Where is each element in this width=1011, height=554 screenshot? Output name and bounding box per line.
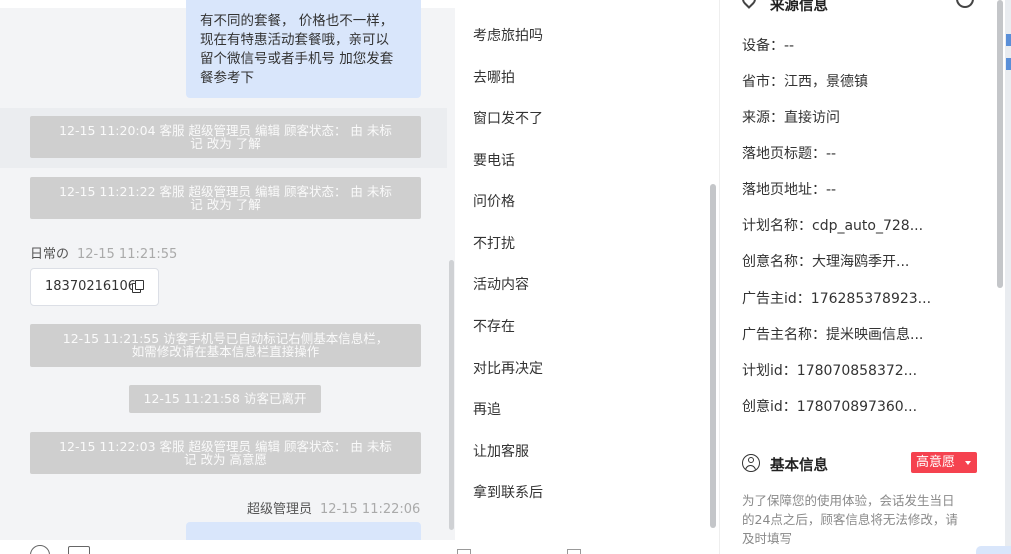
- intent-status-dropdown[interactable]: 高意愿: [911, 452, 977, 473]
- quick-reply-item[interactable]: 再追: [473, 399, 501, 419]
- info-row-landing-url: 落地页地址：--: [742, 182, 837, 198]
- note-line: 的24点之后，顾客信息将无法修改，请: [742, 512, 958, 527]
- shield-icon[interactable]: [956, 0, 974, 8]
- info-row-region: 省市：江西，景德镇: [742, 74, 868, 90]
- info-row-creative-id: 创意id：178070897360...: [742, 399, 918, 415]
- quick-reply-item[interactable]: 不打扰: [473, 233, 515, 253]
- agent-message-line: 留个微信号或者手机号 加您发套: [200, 51, 394, 67]
- info-row-plan-name: 计划名称：cdp_auto_728...: [742, 218, 924, 234]
- option-checkbox[interactable]: [457, 549, 471, 554]
- edit-deadline-note: 为了保障您的使用体验，会话发生当日 的24点之后，顾客信息将无法修改，请 及时填…: [742, 491, 978, 548]
- quick-reply-item[interactable]: 拿到联系后: [473, 482, 543, 502]
- quick-reply-scrollbar[interactable]: [710, 184, 716, 528]
- info-panel-scrollbar[interactable]: [997, 0, 1003, 288]
- system-message: 12-15 11:22:03 客服 超级管理员 编辑 顾客状态： 由 未标 记 …: [30, 432, 421, 474]
- system-message: 12-15 11:20:04 客服 超级管理员 编辑 顾客状态： 由 未标 记 …: [30, 116, 421, 158]
- user-icon: [742, 454, 760, 472]
- system-message: 12-15 11:21:58 访客已离开: [129, 385, 321, 413]
- info-row-landing-title: 落地页标题：--: [742, 146, 837, 162]
- visitor-message-time: 12-15 11:21:55: [77, 247, 178, 262]
- chat-scrollbar[interactable]: [449, 260, 454, 530]
- info-row-advertiser-name: 广告主名称：提米映画信息...: [742, 327, 924, 343]
- system-message: 12-15 11:21:55 访客手机号已自动标记右侧基本信息栏， 如需修改请在…: [30, 324, 421, 367]
- info-row-device: 设备：--: [742, 38, 795, 54]
- edge-marker: [1006, 34, 1011, 46]
- system-message-line: 12-15 11:21:58 访客已离开: [143, 391, 307, 406]
- quick-reply-item[interactable]: 问价格: [473, 191, 515, 211]
- copy-icon[interactable]: [132, 280, 144, 293]
- agent-message-bubble: 有不同的套餐， 价格也不一样， 现在有特惠活动套餐哦，亲可以 留个微信号或者手机…: [186, 0, 421, 98]
- location-pin-icon: [739, 0, 759, 9]
- source-info-title: 来源信息: [770, 0, 828, 14]
- info-row-advertiser-id: 广告主id：176285378923...: [742, 291, 932, 307]
- quick-reply-item[interactable]: 考虑旅拍吗: [473, 25, 543, 45]
- quick-reply-item[interactable]: 让加客服: [473, 441, 529, 461]
- agent-name: 超级管理员: [247, 502, 313, 517]
- quick-reply-panel: 考虑旅拍吗 去哪拍 窗口发不了 要电话 问价格 不打扰 活动内容 不存在 对比再…: [455, 0, 719, 554]
- note-line: 为了保障您的使用体验，会话发生当日: [742, 493, 955, 508]
- system-message-line: 记 改为 高意愿: [184, 452, 267, 467]
- info-row-source: 来源：直接访问: [742, 110, 840, 126]
- window-edge-strip: [1005, 0, 1011, 554]
- visitor-message-meta: 日常の 12-15 11:21:55: [30, 243, 177, 262]
- intent-status-label: 高意愿: [916, 455, 956, 470]
- agent-message-line: 餐参考下: [200, 70, 254, 86]
- info-row-creative-name: 创意名称：大理海鸥季开...: [742, 254, 910, 270]
- agent-message-line: 有不同的套餐， 价格也不一样，: [200, 13, 394, 29]
- image-icon[interactable]: [68, 546, 90, 554]
- chat-panel: 有不同的套餐， 价格也不一样， 现在有特惠活动套餐哦，亲可以 留个微信号或者手机…: [0, 0, 455, 554]
- agent-message-time: 12-15 11:22:06: [320, 502, 421, 517]
- quick-reply-item[interactable]: 窗口发不了: [473, 108, 543, 128]
- quick-reply-item[interactable]: 对比再决定: [473, 358, 543, 378]
- basic-info-title: 基本信息: [770, 458, 828, 474]
- system-message-line: 如需修改请在基本信息栏直接操作: [131, 344, 320, 359]
- agent-message-line: 现在有特惠活动套餐哦，亲可以: [200, 32, 389, 48]
- bottom-corner-tab[interactable]: [976, 546, 1011, 554]
- quick-reply-item[interactable]: 活动内容: [473, 274, 529, 294]
- system-message-line: 记 改为 了解: [190, 136, 261, 151]
- visitor-phone-message[interactable]: 18370216106: [30, 268, 159, 306]
- edge-marker: [1006, 58, 1011, 70]
- info-row-plan-id: 计划id：178070858372...: [742, 363, 918, 379]
- caret-down-icon: [965, 461, 971, 465]
- phone-number: 18370216106: [45, 279, 136, 294]
- option-checkbox[interactable]: [567, 549, 581, 554]
- agent-message-meta: 超级管理员 12-15 11:22:06: [247, 498, 420, 517]
- system-message: 12-15 11:21:22 客服 超级管理员 编辑 顾客状态： 由 未标 记 …: [30, 177, 421, 219]
- visitor-name: 日常の: [30, 247, 70, 262]
- note-line: 及时填写: [742, 531, 793, 546]
- system-message-line: 记 改为 了解: [190, 197, 261, 212]
- quick-reply-item[interactable]: 去哪拍: [473, 67, 515, 87]
- customer-info-panel: 来源信息 设备：-- 省市：江西，景德镇 来源：直接访问 落地页标题：-- 落地…: [719, 0, 1011, 554]
- quick-reply-item[interactable]: 要电话: [473, 150, 515, 170]
- quick-reply-item[interactable]: 不存在: [473, 316, 515, 336]
